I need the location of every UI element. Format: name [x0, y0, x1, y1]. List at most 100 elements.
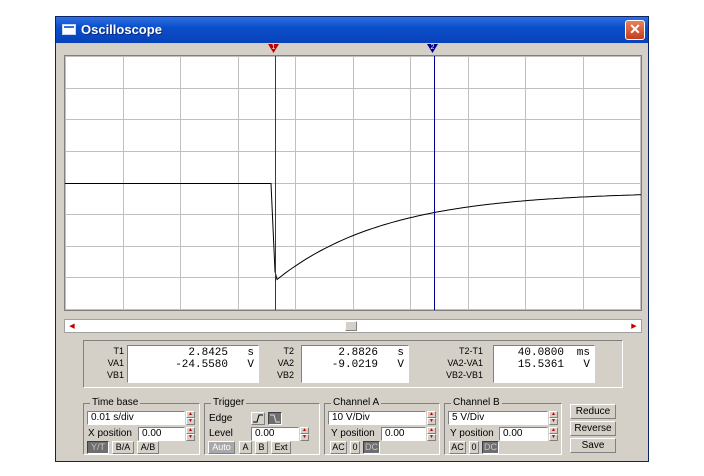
- cursor-readout-panel: T1 VA1 VB1 2.8425 s -24.5580 V T2 VA2 VB…: [83, 340, 623, 388]
- spin-down-icon[interactable]: ▼: [186, 434, 195, 441]
- spin-up-icon[interactable]: ▲: [427, 411, 436, 418]
- horizontal-scrollbar[interactable]: ◀ ▶: [64, 319, 642, 333]
- trigger-a-button[interactable]: A: [239, 441, 252, 454]
- va2-value: -9.0219: [331, 359, 378, 371]
- level-spinner[interactable]: ▲ ▼: [300, 427, 309, 441]
- scope-display[interactable]: [64, 55, 642, 311]
- timebase-scale-field[interactable]: 0.01 s/div: [87, 411, 185, 425]
- scroll-thumb[interactable]: [345, 321, 357, 331]
- spin-down-icon[interactable]: ▼: [300, 434, 309, 441]
- t1-readout-box: 2.8425 s -24.5580 V: [127, 345, 259, 383]
- level-field[interactable]: 0.00: [251, 427, 299, 441]
- scroll-right-arrow-icon[interactable]: ▶: [628, 321, 640, 332]
- reduce-button[interactable]: Reduce: [570, 404, 616, 419]
- t2-t1-label: T2-T1: [458, 346, 483, 356]
- spin-down-icon[interactable]: ▼: [186, 418, 195, 425]
- spin-down-icon[interactable]: ▼: [427, 434, 436, 441]
- edge-rising-button[interactable]: [251, 412, 265, 425]
- channel-a-scale-field[interactable]: 10 V/Div: [328, 411, 426, 425]
- spin-down-icon[interactable]: ▼: [427, 418, 436, 425]
- title-bar[interactable]: Oscilloscope ✕: [56, 17, 648, 43]
- vb2-label: VB2: [276, 370, 294, 380]
- spin-up-icon[interactable]: ▲: [549, 411, 558, 418]
- t2-t1-unit: ms: [576, 347, 590, 359]
- channel-b-ypos-spinner[interactable]: ▲ ▼: [549, 427, 558, 441]
- channel-b-scale-field[interactable]: 5 V/Div: [448, 411, 548, 425]
- timebase-title: Time base: [90, 397, 141, 408]
- channel-a-ypos-field[interactable]: 0.00: [381, 427, 426, 441]
- channel-b-zero-button[interactable]: 0: [469, 441, 479, 454]
- channel-b-group: Channel B 5 V/Div ▲ ▼ Y position 0.00 ▲ ▼ …: [444, 397, 562, 455]
- t2-readout-box: 2.8826 s -9.0219 V: [301, 345, 409, 383]
- window-icon: [62, 24, 76, 35]
- t2-labels: T2 VA2 VB2: [254, 345, 294, 381]
- channel-a-ypos-label: Y position: [331, 428, 375, 439]
- scope-plot: [65, 56, 641, 310]
- xpos-field[interactable]: 0.00: [138, 427, 185, 441]
- xpos-label: X position: [88, 428, 132, 439]
- vb2-vb1-label: VB2-VB1: [445, 370, 483, 380]
- t1-label: T1: [113, 346, 124, 356]
- va2-va1-label: VA2-VA1: [447, 358, 483, 368]
- channel-b-ypos-label: Y position: [450, 428, 494, 439]
- diff-labels: T2-T1 VA2-VA1 VB2-VB1: [439, 345, 483, 381]
- trigger-group: Trigger Edge Level 0.00 ▲ ▼ Auto A B Ext: [204, 397, 320, 455]
- close-button[interactable]: ✕: [625, 20, 645, 40]
- channel-a-zero-button[interactable]: 0: [350, 441, 360, 454]
- cursor-2-label: 2: [430, 44, 435, 51]
- vb1-label: VB1: [106, 370, 124, 380]
- t2-unit: s: [397, 347, 404, 359]
- trigger-title: Trigger: [211, 397, 247, 408]
- t2-t1-value: 40.0800: [517, 347, 564, 359]
- spin-up-icon[interactable]: ▲: [186, 411, 195, 418]
- diff-readout-box: 40.0800 ms 15.5361 V: [493, 345, 595, 383]
- va2-label: VA2: [277, 358, 294, 368]
- va2-va1-value: 15.5361: [517, 359, 564, 371]
- t1-labels: T1 VA1 VB1: [84, 345, 124, 381]
- spin-up-icon[interactable]: ▲: [300, 427, 309, 434]
- spin-up-icon[interactable]: ▲: [549, 427, 558, 434]
- save-button[interactable]: Save: [570, 438, 616, 453]
- channel-a-dc-button[interactable]: DC: [363, 441, 380, 454]
- rising-edge-icon: [253, 414, 263, 423]
- mode-ab-button[interactable]: A/B: [137, 441, 159, 454]
- cursor-2-marker[interactable]: 2: [427, 44, 438, 54]
- t2-label: T2: [283, 346, 294, 356]
- trigger-ext-button[interactable]: Ext: [271, 441, 291, 454]
- channel-a-ac-button[interactable]: AC: [330, 441, 347, 454]
- channel-a-title: Channel A: [331, 397, 382, 408]
- timebase-scale-spinner[interactable]: ▲ ▼: [186, 411, 195, 425]
- level-label: Level: [209, 428, 233, 439]
- channel-a-ypos-spinner[interactable]: ▲ ▼: [427, 427, 436, 441]
- va1-label: VA1: [107, 358, 124, 368]
- channel-b-ypos-field[interactable]: 0.00: [499, 427, 548, 441]
- window-title: Oscilloscope: [81, 22, 162, 37]
- scroll-left-arrow-icon[interactable]: ◀: [66, 321, 78, 332]
- edge-falling-button[interactable]: [268, 412, 282, 425]
- trigger-auto-button[interactable]: Auto: [208, 441, 235, 454]
- spin-up-icon[interactable]: ▲: [427, 427, 436, 434]
- edge-label: Edge: [209, 413, 233, 424]
- t2-value: 2.8826: [338, 347, 378, 359]
- mode-ba-button[interactable]: B/A: [112, 441, 134, 454]
- channel-b-scale-spinner[interactable]: ▲ ▼: [549, 411, 558, 425]
- falling-edge-icon: [270, 414, 280, 423]
- xpos-spinner[interactable]: ▲ ▼: [186, 427, 195, 441]
- channel-a-group: Channel A 10 V/Div ▲ ▼ Y position 0.00 ▲ ▼…: [324, 397, 440, 455]
- va1-value: -24.5580: [175, 359, 228, 371]
- va2-va1-unit: V: [583, 359, 590, 371]
- oscilloscope-window: Oscilloscope ✕ 1 2 ◀ ▶ T1 VA1 VB1 2.8425: [55, 16, 649, 462]
- spin-down-icon[interactable]: ▼: [549, 434, 558, 441]
- t1-value: 2.8425: [188, 347, 228, 359]
- spin-up-icon[interactable]: ▲: [186, 427, 195, 434]
- cursor-1-label: 1: [271, 44, 276, 51]
- cursor-1-marker[interactable]: 1: [268, 44, 279, 54]
- channel-a-scale-spinner[interactable]: ▲ ▼: [427, 411, 436, 425]
- reverse-button[interactable]: Reverse: [570, 421, 616, 436]
- trigger-b-button[interactable]: B: [255, 441, 268, 454]
- channel-b-ac-button[interactable]: AC: [449, 441, 466, 454]
- mode-yt-button[interactable]: Y/T: [87, 441, 109, 454]
- spin-down-icon[interactable]: ▼: [549, 418, 558, 425]
- channel-b-dc-button[interactable]: DC: [482, 441, 499, 454]
- va1-unit: V: [247, 359, 254, 371]
